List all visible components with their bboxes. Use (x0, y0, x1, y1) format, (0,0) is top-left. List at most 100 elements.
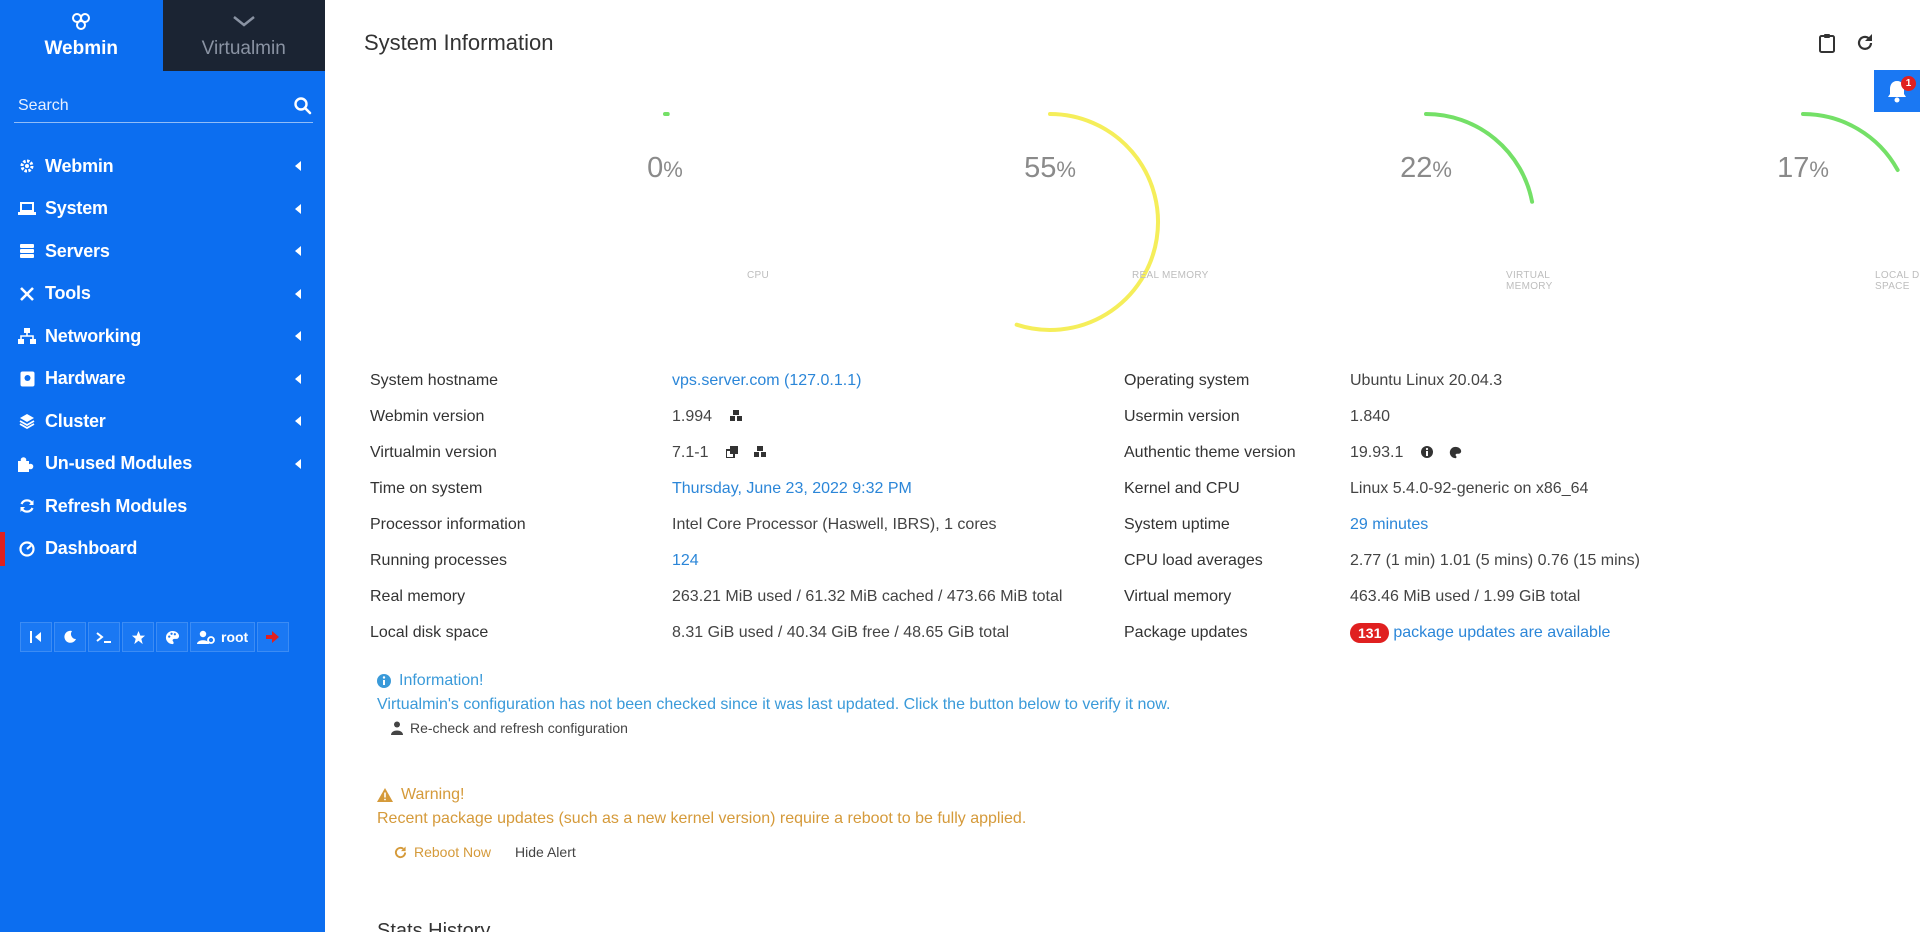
info-value: 1.840 (1350, 408, 1391, 425)
gauge-local-disk-space: 17% LOCAL DISK SPACE (1643, 92, 1920, 342)
system-time-link[interactable]: Thursday, June 23, 2022 9:32 PM (672, 480, 912, 498)
sidebar-item-label: Un-used Modules (45, 453, 193, 474)
user-tie-icon (391, 721, 403, 735)
package-updates-link[interactable]: package updates are available (1393, 624, 1610, 642)
theme-settings-button[interactable] (156, 622, 188, 652)
gauge-ring-cpu (663, 111, 670, 117)
favorites-button[interactable] (122, 622, 154, 652)
puzzle-icon (18, 455, 36, 473)
search-icon[interactable] (293, 96, 313, 116)
caret-left-icon (295, 246, 301, 257)
gauge-number: 0 (647, 152, 664, 184)
sidebar-menu: Webmin System Servers Tools Networking H… (0, 145, 325, 570)
reboot-now-button[interactable]: Reboot Now (394, 844, 491, 860)
processes-link[interactable]: 124 (672, 552, 699, 570)
info-label: System hostname (370, 372, 499, 389)
gauge-number: 22 (1400, 152, 1433, 184)
sidebar-item-label: Networking (45, 325, 142, 346)
gauge-label-local-disk-space: LOCAL DISK SPACE (1875, 270, 1920, 292)
webmin-tab-label: Webmin (44, 38, 119, 59)
webmin-logo-icon (70, 10, 92, 32)
reload-icon[interactable] (1855, 33, 1875, 53)
sidebar-item-system[interactable]: System (0, 188, 325, 231)
table-row: Webmin version 1.994 Usermin version 1.8… (370, 399, 1710, 435)
night-mode-button[interactable] (54, 622, 86, 652)
user-cog-icon (197, 630, 215, 644)
sidebar-item-servers[interactable]: Servers (0, 230, 325, 273)
info-value: 263.21 MiB used / 61.32 MiB cached / 473… (672, 588, 1063, 605)
sidebar-item-webmin[interactable]: Webmin (0, 145, 325, 188)
gauge-value-virtual-memory: 22% (1266, 152, 1586, 185)
gauge-value-real-memory: 55% (890, 152, 1210, 185)
user-button[interactable]: root (190, 622, 256, 652)
warning-triangle-icon (377, 788, 393, 802)
gauge-number: 55 (1024, 152, 1057, 184)
info-value: 2.77 (1 min) 1.01 (5 mins) 0.76 (15 mins… (1350, 552, 1640, 569)
info-circle-icon (377, 674, 391, 688)
disk-icon (18, 370, 36, 388)
webmin-tab[interactable]: Webmin (0, 0, 163, 71)
info-label: System uptime (1124, 516, 1230, 533)
sidebar-item-label: Tools (45, 283, 91, 304)
system-info-table: System hostname vps.server.com (127.0.1.… (370, 363, 1710, 651)
sidebar-item-tools[interactable]: Tools (0, 273, 325, 316)
laptop-icon (18, 200, 36, 218)
info-label: Authentic theme version (1124, 444, 1296, 461)
palette-icon[interactable] (1449, 446, 1463, 460)
gauge-number: 17 (1777, 152, 1810, 184)
cubes-icon[interactable] (730, 410, 744, 424)
sidebar-item-unused-modules[interactable]: Un-used Modules (0, 443, 325, 486)
table-row: Virtualmin version 7.1-1 Authentic theme… (370, 435, 1710, 471)
caret-left-icon (295, 458, 301, 469)
collapse-icon (30, 631, 41, 643)
recheck-config-button[interactable]: Re-check and refresh configuration (391, 720, 628, 736)
info-value: 7.1-1 (672, 444, 709, 461)
hostname-link[interactable]: vps.server.com (127.0.1.1) (672, 372, 861, 390)
gear-icon (18, 157, 36, 175)
gauge-label-cpu: CPU (747, 270, 770, 281)
product-switcher: Webmin Virtualmin (0, 0, 325, 71)
hide-alert-button[interactable]: Hide Alert (515, 844, 576, 860)
info-circle-icon[interactable] (1421, 446, 1435, 460)
cubes-icon[interactable] (754, 446, 768, 460)
gauge-real-memory: 55% REAL MEMORY (890, 92, 1210, 342)
info-label: Virtual memory (1124, 588, 1232, 605)
gauge-ring-virtual-memory (1424, 112, 1535, 204)
search-input[interactable] (14, 96, 293, 115)
clone-icon[interactable] (726, 446, 740, 460)
notification-count-badge: 1 (1901, 76, 1916, 91)
clipboard-icon[interactable] (1818, 33, 1838, 53)
warning-alert-header: Warning! (377, 786, 1026, 804)
sidebar-item-label: System (45, 198, 108, 219)
info-label: Local disk space (370, 624, 489, 641)
dashboard-icon (18, 540, 36, 558)
gauge-unit: % (663, 157, 683, 182)
sidebar-item-cluster[interactable]: Cluster (0, 400, 325, 443)
uptime-link[interactable]: 29 minutes (1350, 516, 1428, 534)
sidebar-item-dashboard[interactable]: Dashboard (0, 528, 325, 571)
sidebar-item-refresh-modules[interactable]: Refresh Modules (0, 485, 325, 528)
table-row: Local disk space 8.31 GiB used / 40.34 G… (370, 615, 1710, 651)
collapse-sidebar-button[interactable] (20, 622, 52, 652)
sidebar-item-label: Cluster (45, 410, 106, 431)
virtualmin-tab-label: Virtualmin (201, 38, 286, 59)
info-value: 19.93.1 (1350, 444, 1404, 461)
info-label: Operating system (1124, 372, 1250, 389)
sidebar-item-networking[interactable]: Networking (0, 315, 325, 358)
table-row: System hostname vps.server.com (127.0.1.… (370, 363, 1710, 399)
info-alert-header: Information! (377, 672, 1170, 690)
info-label: Processor information (370, 516, 526, 533)
sidebar-item-hardware[interactable]: Hardware (0, 358, 325, 401)
virtualmin-tab[interactable]: Virtualmin (162, 0, 325, 71)
gauge-ring-real-memory (1014, 112, 1161, 332)
stats-history-heading: Stats History (377, 920, 491, 932)
gauge-value-local-disk-space: 17% (1643, 152, 1920, 185)
refresh-icon (18, 497, 36, 515)
sidebar-toolbar: root (20, 622, 290, 652)
gauge-virtual-memory: 22% VIRTUAL MEMORY (1266, 92, 1586, 342)
package-updates-count-badge[interactable]: 131 (1350, 623, 1390, 643)
terminal-button[interactable] (88, 622, 120, 652)
caret-left-icon (295, 288, 301, 299)
logout-button[interactable] (257, 622, 290, 652)
reboot-now-label: Reboot Now (414, 844, 492, 860)
